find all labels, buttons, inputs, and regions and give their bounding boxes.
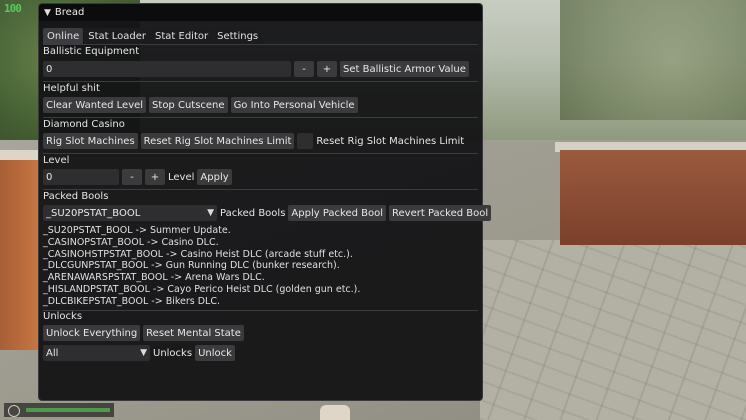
unlocks-selected: All [46,347,59,359]
reset-rig-limit-checkbox[interactable] [297,133,314,149]
brick-wall [560,150,746,245]
packed-bool-description: _DLCGUNPSTAT_BOOL -> Gun Running DLC (bu… [43,260,340,272]
separator [43,310,478,311]
level-label: Level [168,171,195,183]
ballistic-value-input[interactable]: 0 [43,61,291,77]
window-titlebar[interactable]: ▼ Bread [39,4,482,21]
packed-bool-description: _HISLANDPSTAT_BOOL -> Cayo Perico Heist … [43,283,361,295]
packed-bools-label: Packed Bools [220,207,286,219]
go-into-personal-vehicle-button[interactable]: Go Into Personal Vehicle [230,97,358,113]
paved-floor [480,240,746,420]
apply-level-button[interactable]: Apply [197,169,232,185]
tab-stat-loader[interactable]: Stat Loader [84,28,151,44]
packed-bool-dropdown[interactable]: _SU20PSTAT_BOOL ▼ [43,205,217,221]
set-ballistic-armor-button[interactable]: Set Ballistic Armor Value [340,61,469,77]
ballistic-header: Ballistic Equipment [43,46,140,57]
tree-foliage-right [560,0,746,120]
chevron-down-icon: ▼ [207,208,214,218]
tab-underline [43,44,478,45]
tab-online[interactable]: Online [43,28,84,44]
minimap-health-bar [4,403,114,417]
reset-rig-limit-button[interactable]: Reset Rig Slot Machines Limit [140,133,295,149]
unlock-button[interactable]: Unlock [195,345,235,361]
tab-stat-editor[interactable]: Stat Editor [151,28,213,44]
reset-mental-state-button[interactable]: Reset Mental State [143,325,244,341]
level-increment-button[interactable]: + [145,169,165,185]
apply-packed-bool-button[interactable]: Apply Packed Bool [288,205,387,221]
unlocks-label: Unlocks [153,347,193,359]
rig-slot-machines-button[interactable]: Rig Slot Machines [43,133,138,149]
packed-bool-description: _SU20PSTAT_BOOL -> Summer Update. [43,225,231,236]
packed-bool-description: _CASINOPSTAT_BOOL -> Casino DLC. [43,236,219,248]
revert-packed-bool-button[interactable]: Revert Packed Bool [389,205,492,221]
level-value-input[interactable]: 0 [43,169,119,185]
mod-menu-window[interactable]: ▼ Bread Online Stat Loader Stat Editor S… [38,3,492,401]
level-decrement-button[interactable]: - [122,169,142,185]
ballistic-increment-button[interactable]: + [317,61,337,77]
packed-bool-description: _ARENAWARSPSTAT_BOOL -> Arena Wars DLC. [43,272,265,284]
clear-wanted-level-button[interactable]: Clear Wanted Level [43,97,147,113]
reset-rig-limit-label: Reset Rig Slot Machines Limit [316,135,465,147]
collapse-arrow-icon[interactable]: ▼ [44,8,51,18]
separator [43,117,478,118]
brick-pillar [0,160,40,350]
stop-cutscene-button[interactable]: Stop Cutscene [149,97,228,113]
casino-header: Diamond Casino [43,119,125,130]
separator [43,81,478,82]
player-shoe [320,405,350,420]
packed-bool-description: _DLCBIKEPSTAT_BOOL -> Bikers DLC. [43,295,221,307]
level-header: Level [43,155,70,166]
packed-bool-description: _CASINOHSTPSTAT_BOOL -> Casino Heist DLC… [43,248,353,260]
packed-bool-selected: _SU20PSTAT_BOOL [46,207,141,219]
window-title: Bread [54,7,85,18]
tab-settings[interactable]: Settings [213,28,263,44]
unlock-everything-button[interactable]: Unlock Everything [43,325,141,341]
packed-bools-header: Packed Bools [43,191,109,202]
tab-bar: Online Stat Loader Stat Editor Settings [43,28,263,44]
hud-ammo-counter: 100 [4,2,22,15]
separator [43,153,478,154]
packed-bool-descriptions: _SU20PSTAT_BOOL -> Summer Update. _CASIN… [43,225,360,308]
ballistic-decrement-button[interactable]: - [294,61,314,77]
unlocks-header: Unlocks [43,311,83,322]
minimap-icon [8,405,20,417]
helpful-header: Helpful shit [43,83,100,94]
chevron-down-icon: ▼ [140,348,147,358]
separator [43,189,478,190]
health-bar [26,408,110,412]
unlocks-dropdown[interactable]: All ▼ [43,345,150,361]
